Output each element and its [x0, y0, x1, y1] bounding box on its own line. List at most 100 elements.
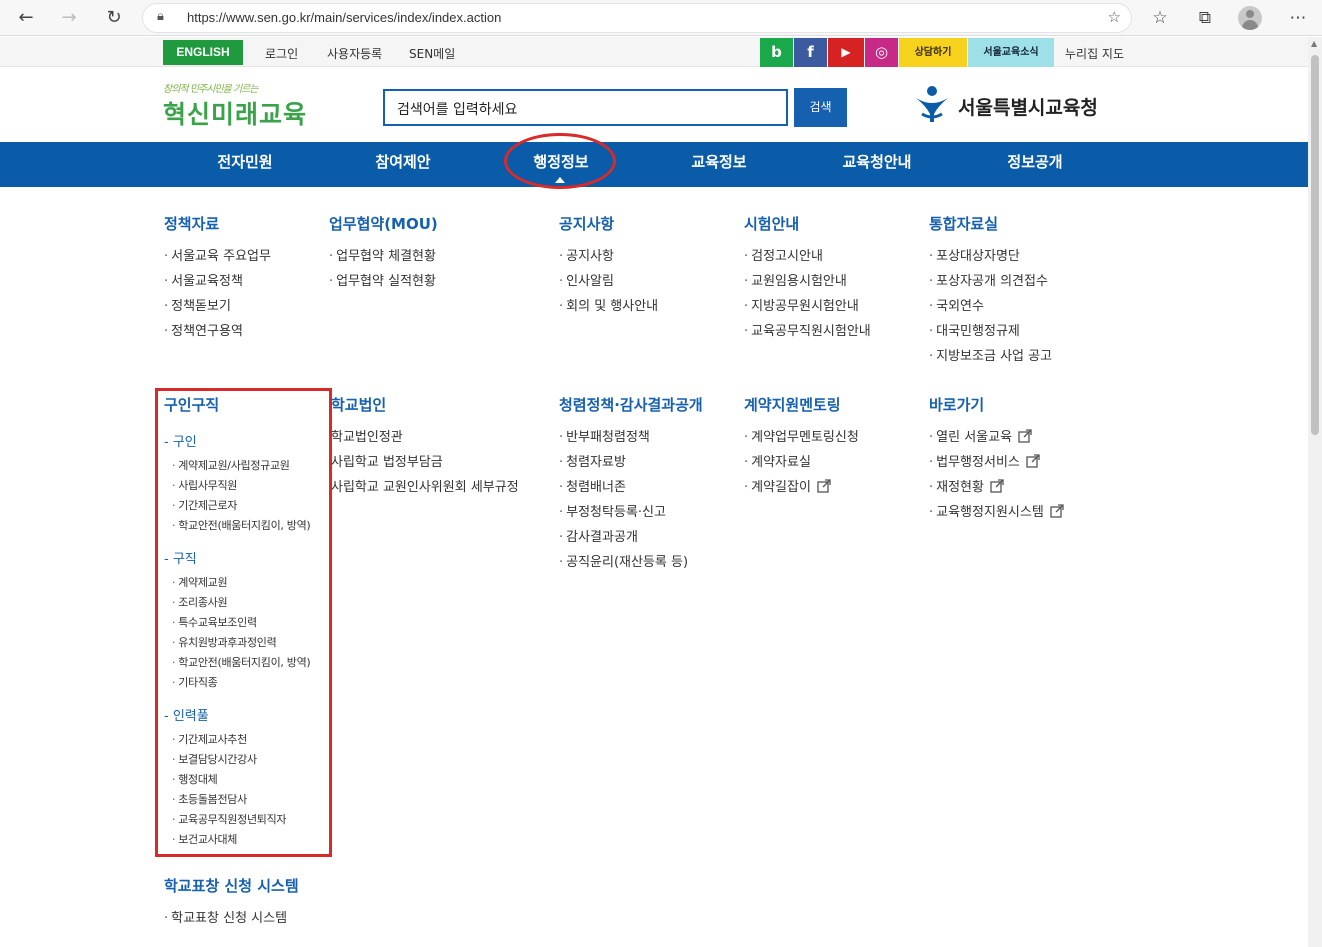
- menu-item[interactable]: 지방공무원시험안내: [744, 298, 871, 323]
- search-input[interactable]: 검색어를 입력하세요: [383, 89, 788, 126]
- menu-item-label: 계약업무멘토링신청: [751, 430, 859, 445]
- kakao-talk-button[interactable]: 상담하기: [899, 38, 967, 67]
- menu-policy: 정책자료 서울교육 주요업무 서울교육정책 정책돋보기 정책연구용역: [164, 213, 271, 348]
- menu-item[interactable]: 법무행정서비스: [929, 454, 1064, 479]
- menu-item[interactable]: 재정현황: [929, 479, 1064, 504]
- menu-item[interactable]: 회의 및 행사안내: [559, 298, 658, 323]
- menu-item[interactable]: 업무협약 실적현황: [329, 273, 438, 298]
- menu-title[interactable]: 업무협약(MOU): [329, 213, 438, 234]
- gnb-item-edu-info[interactable]: 교육정보: [639, 142, 799, 187]
- menu-item[interactable]: 검정고시안내: [744, 248, 871, 273]
- logo-main-text: 혁신미래교육: [163, 100, 308, 129]
- gnb-item-minwon[interactable]: 전자민원: [165, 142, 325, 187]
- menu-item[interactable]: 계약업무멘토링신청: [744, 429, 859, 454]
- menu-title[interactable]: 정책자료: [164, 213, 271, 234]
- menu-item[interactable]: 정책돋보기: [164, 298, 271, 323]
- menu-item[interactable]: 공지사항: [559, 248, 658, 273]
- news-label: 서울교육소식: [983, 47, 1039, 58]
- menu-item[interactable]: 계약길잡이: [744, 479, 859, 504]
- external-link-icon: [1026, 454, 1040, 468]
- menu-item-label: 재정현황: [936, 480, 984, 495]
- menu-item[interactable]: 학교법인정관: [331, 429, 519, 454]
- login-link[interactable]: 로그인: [265, 45, 298, 62]
- highlight-ellipse: [504, 133, 616, 189]
- menu-item[interactable]: 포상대상자명단: [929, 248, 1052, 273]
- brand-name: 서울특별시교육청: [958, 97, 1098, 119]
- menu-item[interactable]: 계약자료실: [744, 454, 859, 479]
- seoul-news-button[interactable]: 서울교육소식: [968, 38, 1054, 67]
- page-scrollbar[interactable]: ▲: [1308, 37, 1322, 947]
- menu-item-label: 교육행정지원시스템: [936, 505, 1044, 520]
- menu-item[interactable]: 반부패청렴정책: [559, 429, 703, 454]
- url-text[interactable]: https://www.sen.go.kr/main/services/inde…: [187, 10, 501, 25]
- scroll-up-icon[interactable]: ▲: [1311, 39, 1317, 48]
- seoul-emblem-icon: [916, 86, 948, 122]
- menu-item[interactable]: 대국민행정규제: [929, 323, 1052, 348]
- menu-item[interactable]: 공직윤리(재산등록 등): [559, 554, 703, 579]
- youtube-icon[interactable]: ▶: [828, 38, 864, 67]
- menu-archive: 통합자료실 포상대상자명단 포상자공개 의견접수 국외연수 대국민행정규제 지방…: [929, 213, 1052, 373]
- back-icon[interactable]: ←: [14, 6, 38, 30]
- forward-icon[interactable]: →: [57, 6, 81, 30]
- menu-title[interactable]: 계약지원멘토링: [744, 394, 859, 415]
- senmail-link[interactable]: SEN메일: [409, 45, 455, 62]
- menu-exam: 시험안내 검정고시안내 교원임용시험안내 지방공무원시험안내 교육공무직원시험안…: [744, 213, 871, 348]
- menu-item[interactable]: 사립학교 교원인사위원회 세부규정: [331, 479, 519, 504]
- more-menu-icon[interactable]: ⋯: [1286, 6, 1310, 30]
- menu-item[interactable]: 교원임용시험안내: [744, 273, 871, 298]
- menu-item[interactable]: 청렴배너존: [559, 479, 703, 504]
- gnb-item-office-guide[interactable]: 교육청안내: [797, 142, 957, 187]
- menu-item[interactable]: 업무협약 체결현황: [329, 248, 438, 273]
- gnb-item-participation[interactable]: 참여제안: [323, 142, 483, 187]
- site-logo[interactable]: 창의적 민주시민을 기르는 혁신미래교육: [163, 80, 308, 130]
- add-favorite-icon[interactable]: ☆: [1108, 8, 1121, 26]
- search-button[interactable]: 검색: [794, 88, 847, 127]
- utility-bar: ENGLISH 로그인 사용자등록 SEN메일 b f ▶ ◎ 상담하기 서울교…: [0, 37, 1308, 67]
- scroll-thumb[interactable]: [1311, 55, 1319, 435]
- menu-title[interactable]: 시험안내: [744, 213, 871, 234]
- address-bar[interactable]: 🔒︎ https://www.sen.go.kr/main/services/i…: [142, 3, 1132, 33]
- menu-item[interactable]: 열린 서울교육: [929, 429, 1064, 454]
- menu-item[interactable]: 사립학교 법정부담금: [331, 454, 519, 479]
- favorites-icon[interactable]: ☆: [1148, 6, 1172, 30]
- menu-item[interactable]: 감사결과공개: [559, 529, 703, 554]
- menu-item[interactable]: 정책연구용역: [164, 323, 271, 348]
- logo-tagline: 창의적 민주시민을 기르는: [163, 84, 259, 95]
- menu-item[interactable]: 교육공무직원시험안내: [744, 323, 871, 348]
- menu-title[interactable]: 학교표창 신청 시스템: [164, 875, 299, 896]
- menu-item[interactable]: 서울교육정책: [164, 273, 271, 298]
- menu-item-label: 열린 서울교육: [936, 430, 1013, 445]
- register-link[interactable]: 사용자등록: [327, 45, 382, 62]
- english-link[interactable]: ENGLISH: [163, 40, 243, 65]
- menu-shortcut: 바로가기 열린 서울교육 법무행정서비스 재정현황 교육행정지원시스템: [929, 394, 1064, 529]
- menu-title[interactable]: 공지사항: [559, 213, 658, 234]
- menu-school-corp: 학교법인 학교법인정관 사립학교 법정부담금 사립학교 교원인사위원회 세부규정: [331, 394, 519, 504]
- menu-title[interactable]: 바로가기: [929, 394, 1064, 415]
- gnb-item-info-disclosure[interactable]: 정보공개: [955, 142, 1115, 187]
- menu-title[interactable]: 학교법인: [331, 394, 519, 415]
- menu-title[interactable]: 통합자료실: [929, 213, 1052, 234]
- menu-title[interactable]: 청렴정책·감사결과공개: [559, 394, 703, 415]
- menu-contract: 계약지원멘토링 계약업무멘토링신청 계약자료실 계약길잡이: [744, 394, 859, 504]
- menu-school-award: 학교표창 신청 시스템 학교표창 신청 시스템: [164, 875, 299, 935]
- profile-avatar[interactable]: [1238, 6, 1262, 30]
- instagram-icon[interactable]: ◎: [865, 38, 898, 67]
- lock-icon: 🔒︎: [157, 9, 164, 24]
- menu-item[interactable]: 청렴자료방: [559, 454, 703, 479]
- sitemap-link[interactable]: 누리집 지도: [1065, 45, 1124, 62]
- facebook-icon[interactable]: f: [794, 38, 827, 67]
- menu-item[interactable]: 교육행정지원시스템: [929, 504, 1064, 529]
- menu-notice: 공지사항 공지사항 인사알림 회의 및 행사안내: [559, 213, 658, 323]
- menu-item[interactable]: 지방보조금 사업 공고: [929, 348, 1052, 373]
- menu-mou: 업무협약(MOU) 업무협약 체결현황 업무협약 실적현황: [329, 213, 438, 298]
- menu-item[interactable]: 포상자공개 의견접수: [929, 273, 1052, 298]
- external-link-icon: [1018, 429, 1032, 443]
- refresh-icon[interactable]: ↻: [102, 6, 126, 30]
- menu-item[interactable]: 학교표창 신청 시스템: [164, 910, 299, 935]
- collections-icon[interactable]: ⧉: [1193, 6, 1217, 30]
- menu-item[interactable]: 국외연수: [929, 298, 1052, 323]
- menu-item[interactable]: 부정청탁등록·신고: [559, 504, 703, 529]
- menu-item[interactable]: 서울교육 주요업무: [164, 248, 271, 273]
- menu-item[interactable]: 인사알림: [559, 273, 658, 298]
- blog-icon[interactable]: b: [760, 38, 793, 67]
